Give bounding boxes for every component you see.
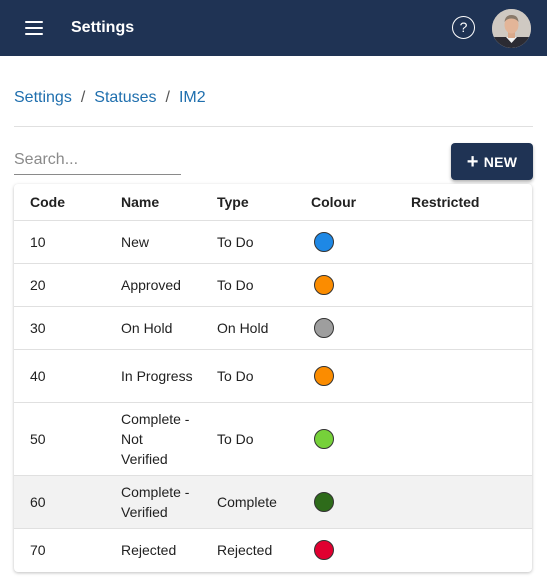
table-row[interactable]: 50 Complete - Not Verified To Do <box>14 402 532 476</box>
cell-restricted <box>411 220 532 264</box>
colour-swatch <box>314 540 334 561</box>
name-text: Complete - Not Verified <box>121 410 190 467</box>
column-header-code[interactable]: Code <box>14 184 121 221</box>
cell-code: 10 <box>14 220 121 264</box>
cell-type: Complete <box>217 475 311 529</box>
cell-name: Complete - Not Verified <box>121 402 217 476</box>
cell-code: 50 <box>14 402 121 476</box>
menu-icon[interactable] <box>22 18 46 38</box>
cell-colour <box>311 402 411 476</box>
breadcrumb: Settings / Statuses / IM2 <box>14 88 206 108</box>
name-text: Rejected <box>121 541 177 558</box>
table-row[interactable]: 10 New To Do <box>14 220 532 264</box>
colour-swatch <box>314 318 334 339</box>
cell-code: 20 <box>14 263 121 307</box>
cell-restricted <box>411 402 532 476</box>
cell-type: To Do <box>217 263 311 307</box>
search-input[interactable] <box>14 148 181 172</box>
cell-code: 40 <box>14 349 121 403</box>
cell-restricted <box>411 263 532 307</box>
column-header-restricted[interactable]: Restricted <box>411 184 532 221</box>
new-button-label: NEW <box>483 153 518 170</box>
cell-restricted <box>411 528 532 571</box>
divider <box>14 126 533 127</box>
breadcrumb-im2[interactable]: IM2 <box>179 89 206 106</box>
breadcrumb-statuses[interactable]: Statuses <box>94 89 156 106</box>
name-text: Complete - Verified <box>121 483 190 520</box>
search-field <box>14 148 181 175</box>
name-text: In Progress <box>121 367 193 384</box>
breadcrumb-settings[interactable]: Settings <box>14 89 72 106</box>
cell-colour <box>311 220 411 264</box>
colour-swatch <box>314 429 334 450</box>
cell-type: To Do <box>217 349 311 403</box>
column-header-type[interactable]: Type <box>217 184 311 221</box>
cell-colour <box>311 349 411 403</box>
new-status-button[interactable]: + NEW <box>451 143 533 180</box>
name-text: Approved <box>121 276 181 293</box>
breadcrumb-separator: / <box>80 89 86 106</box>
help-icon[interactable]: ? <box>452 16 475 39</box>
cell-colour <box>311 475 411 529</box>
app-bar: Settings ? <box>0 0 547 56</box>
colour-swatch <box>314 492 334 513</box>
cell-colour <box>311 306 411 350</box>
colour-swatch <box>314 275 334 296</box>
table-row[interactable]: 20 Approved To Do <box>14 263 532 307</box>
cell-restricted <box>411 306 532 350</box>
cell-type: To Do <box>217 402 311 476</box>
table-row[interactable]: 60 Complete - Verified Complete <box>14 475 532 529</box>
table-row[interactable]: 70 Rejected Rejected <box>14 528 532 571</box>
colour-swatch <box>314 366 334 387</box>
cell-name: Approved <box>121 263 217 307</box>
column-header-colour[interactable]: Colour <box>311 184 411 221</box>
cell-name: Complete - Verified <box>121 475 217 529</box>
table-row[interactable]: 30 On Hold On Hold <box>14 306 532 350</box>
breadcrumb-separator: / <box>165 89 170 106</box>
cell-name: Rejected <box>121 528 217 571</box>
cell-restricted <box>411 475 532 529</box>
cell-name: New <box>121 220 217 264</box>
colour-swatch <box>314 232 334 253</box>
cell-type: To Do <box>217 220 311 264</box>
cell-restricted <box>411 349 532 403</box>
table-row[interactable]: 40 In Progress To Do <box>14 349 532 403</box>
cell-code: 60 <box>14 475 121 529</box>
name-text: On Hold <box>121 319 173 336</box>
cell-type: On Hold <box>217 306 311 350</box>
cell-code: 30 <box>14 306 121 350</box>
column-header-name[interactable]: Name <box>121 184 217 221</box>
statuses-table: Code Name Type Colour Restricted 10 New … <box>14 184 532 571</box>
cell-code: 70 <box>30 541 46 558</box>
cell-name: On Hold <box>121 306 217 350</box>
cell-colour <box>311 528 411 571</box>
plus-icon: + <box>466 150 479 173</box>
table-header-row: Code Name Type Colour Restricted <box>14 184 532 221</box>
cell-name: In Progress <box>121 349 217 403</box>
app-title: Settings <box>71 19 135 36</box>
name-text: New <box>121 233 150 250</box>
statuses-table-card: Code Name Type Colour Restricted 10 New … <box>14 184 532 572</box>
cell-type: Rejected <box>217 541 273 558</box>
avatar[interactable] <box>492 9 531 48</box>
cell-colour <box>311 263 411 307</box>
